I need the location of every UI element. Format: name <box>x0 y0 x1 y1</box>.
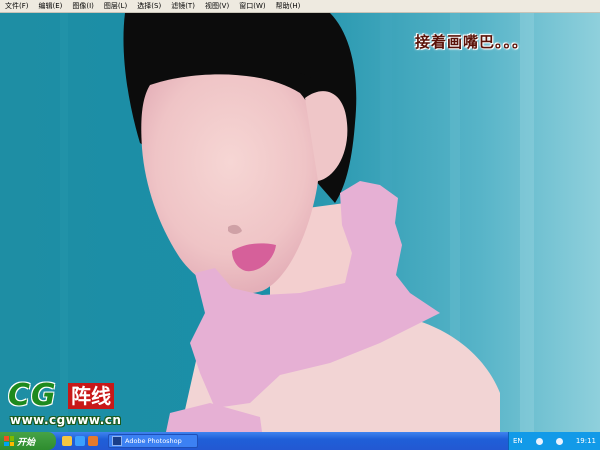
menu-view[interactable]: 视图(V) <box>200 1 234 11</box>
folder-icon[interactable] <box>62 436 72 446</box>
menu-help[interactable]: 帮助(H) <box>271 1 306 11</box>
taskbar-photoshop[interactable]: Adobe Photoshop <box>108 434 198 448</box>
windows-flag-icon <box>4 436 14 446</box>
document-canvas[interactable]: 接着画嘴巴。。。 CG 阵线 www.cgwww.cn <box>0 13 600 432</box>
taskbar: 开始 Adobe Photoshop EN 19:11 <box>0 432 600 450</box>
logo-tag: 阵线 <box>68 383 114 409</box>
menu-select[interactable]: 选择(S) <box>132 1 166 11</box>
menu-edit[interactable]: 编辑(E) <box>34 1 68 11</box>
logo-text: CG <box>8 378 57 413</box>
menu-image[interactable]: 图像(I) <box>67 1 99 11</box>
clock: 19:11 <box>575 437 596 445</box>
network-icon[interactable] <box>555 437 563 445</box>
start-button[interactable]: 开始 <box>0 432 56 450</box>
menu-bar: 文件(F) 编辑(E) 图像(I) 图层(L) 选择(S) 滤镜(T) 视图(V… <box>0 0 600 13</box>
browser-icon[interactable] <box>75 436 85 446</box>
task-label: Adobe Photoshop <box>125 437 182 445</box>
logo-url: www.cgwww.cn <box>10 413 122 427</box>
media-icon[interactable] <box>88 436 98 446</box>
language-indicator[interactable]: EN <box>513 437 523 445</box>
help-icon[interactable] <box>535 437 543 445</box>
menu-filter[interactable]: 滤镜(T) <box>166 1 200 11</box>
menu-file[interactable]: 文件(F) <box>0 1 34 11</box>
painting <box>0 13 600 432</box>
menu-layer[interactable]: 图层(L) <box>99 1 132 11</box>
tutorial-caption: 接着画嘴巴。。。 <box>415 33 529 51</box>
start-label: 开始 <box>17 437 36 448</box>
menu-window[interactable]: 窗口(W) <box>234 1 270 11</box>
photoshop-icon <box>112 436 122 446</box>
quick-launch <box>62 436 98 446</box>
site-logo: CG 阵线 www.cgwww.cn <box>8 381 138 432</box>
system-tray: EN 19:11 <box>508 432 600 450</box>
